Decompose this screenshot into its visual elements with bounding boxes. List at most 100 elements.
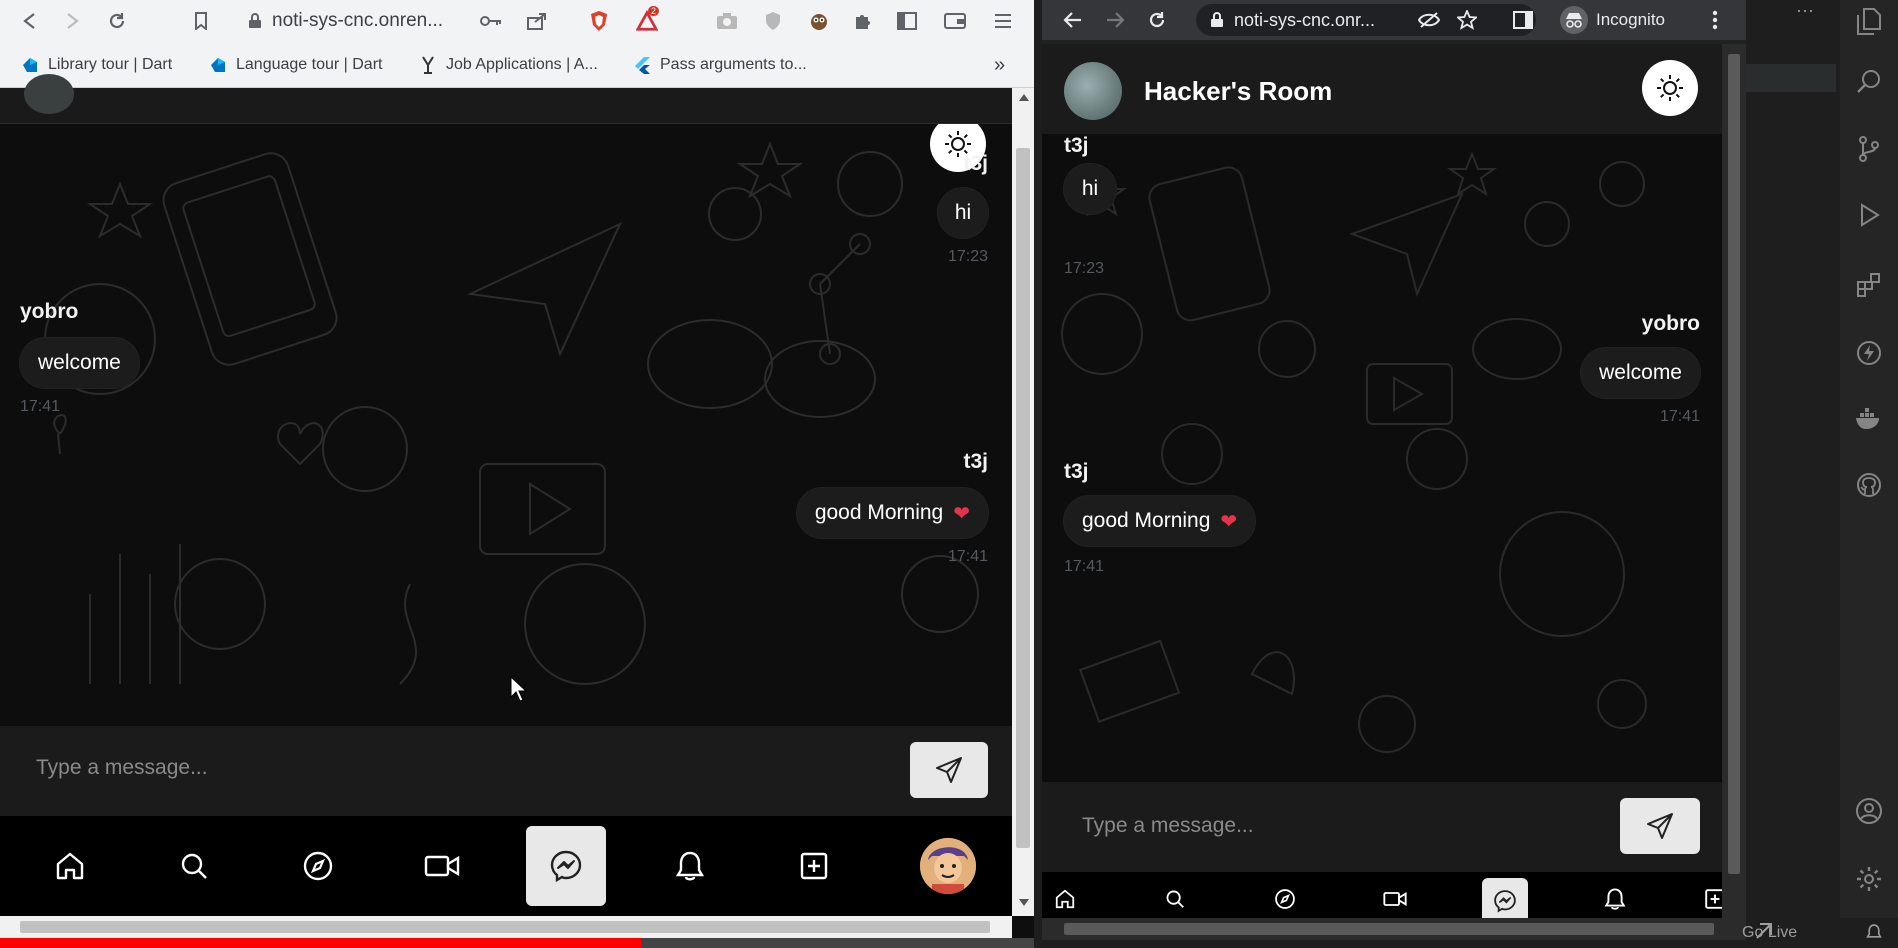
dart-icon [208, 55, 228, 75]
nav-messenger[interactable] [1482, 878, 1528, 918]
message-sender: t3j [963, 450, 988, 473]
send-button[interactable] [1620, 798, 1700, 854]
compass-icon [1275, 889, 1295, 909]
overflow-menu[interactable]: ··· [1796, 0, 1836, 20]
message-input[interactable]: Type a message... [1082, 814, 1254, 838]
right-address-bar[interactable]: noti-sys-cnc.onr... [1196, 4, 1536, 36]
nav-search[interactable] [1152, 876, 1198, 918]
dart-icon [20, 55, 40, 75]
wallet-icon[interactable] [944, 10, 966, 32]
bookmark-icon[interactable] [190, 10, 212, 32]
forward-icon[interactable] [1104, 9, 1126, 31]
docker-icon[interactable] [1854, 404, 1884, 434]
right-browser-window: noti-sys-cnc.onr... Incognito Hacker's R… [1042, 0, 1746, 940]
lock-icon [1210, 12, 1224, 28]
side-panel-icon[interactable] [1512, 9, 1534, 31]
left-browser-window: noti-sys-cnc.onren... 2 Library tour | D… [0, 0, 1034, 948]
eye-off-icon[interactable] [1418, 9, 1440, 31]
nav-notifications[interactable] [1592, 876, 1638, 918]
room-avatar[interactable] [1064, 62, 1122, 120]
message-time: 17:41 [20, 398, 61, 415]
reload-icon[interactable] [1146, 9, 1168, 31]
scrollbar-thumb[interactable] [1064, 923, 1714, 935]
scroll-down-arrow-icon[interactable] [1019, 899, 1029, 906]
video-progress-bar[interactable] [0, 938, 1034, 948]
scrollbar-thumb[interactable] [20, 921, 990, 933]
nav-video[interactable] [1372, 876, 1418, 918]
message-bubble[interactable]: welcome [1581, 348, 1700, 398]
right-horizontal-scrollbar[interactable] [1042, 918, 1746, 940]
left-address-bar[interactable]: noti-sys-cnc.onren... [248, 6, 548, 36]
bookmark-library-tour[interactable]: Library tour | Dart [20, 53, 172, 77]
right-url-text: noti-sys-cnc.onr... [1234, 9, 1376, 30]
bookmark-job-applications[interactable]: Job Applications | A... [418, 53, 598, 77]
message-bubble[interactable]: good Morning ❤ [1064, 496, 1256, 546]
lightning-icon[interactable] [1854, 338, 1884, 368]
nav-home[interactable] [30, 826, 110, 906]
message-bubble[interactable]: hi [1064, 164, 1116, 214]
go-live-label[interactable]: Go Live [1742, 924, 1797, 942]
message-bubble[interactable]: welcome [20, 338, 139, 388]
brave-shield-icon[interactable] [588, 10, 610, 32]
video-progress-fill [0, 938, 642, 948]
nav-notifications[interactable] [650, 826, 730, 906]
scrollbar-thumb[interactable] [1016, 148, 1030, 848]
run-debug-icon[interactable] [1854, 200, 1884, 230]
github-icon[interactable] [1854, 470, 1884, 500]
nav-explore[interactable] [1262, 876, 1308, 918]
back-icon[interactable] [18, 10, 40, 32]
nav-profile-avatar[interactable] [920, 838, 976, 894]
reload-icon[interactable] [106, 10, 128, 32]
send-button[interactable] [910, 742, 988, 798]
side-panel-icon[interactable] [896, 10, 918, 32]
nav-search[interactable] [154, 826, 234, 906]
key-icon[interactable] [480, 10, 502, 32]
nav-messenger[interactable] [526, 826, 606, 906]
extensions-puzzle-icon[interactable] [852, 10, 874, 32]
scroll-up-arrow-icon[interactable] [1019, 94, 1029, 101]
right-vertical-scrollbar[interactable] [1722, 44, 1746, 918]
menu-icon[interactable] [992, 10, 1014, 32]
left-vertical-scrollbar[interactable] [1012, 88, 1034, 916]
room-title: Hacker's Room [1144, 76, 1333, 106]
share-icon[interactable] [526, 10, 548, 32]
back-icon[interactable] [1062, 9, 1084, 31]
notifications-bell-icon[interactable] [1866, 923, 1882, 941]
camera-icon[interactable] [716, 10, 738, 32]
message-sender: t3j [1064, 134, 1089, 157]
nav-video[interactable] [402, 826, 482, 906]
bookmarks-more-button[interactable]: » [994, 53, 1005, 77]
search-icon[interactable] [1854, 66, 1884, 96]
explorer-icon[interactable] [1854, 6, 1884, 36]
settings-gear-icon[interactable] [1854, 864, 1884, 894]
account-icon[interactable] [1854, 796, 1884, 826]
incognito-indicator[interactable]: Incognito [1560, 4, 1665, 36]
nav-add[interactable] [1692, 876, 1722, 918]
theme-toggle-button[interactable] [1642, 60, 1698, 116]
message-input[interactable]: Type a message... [36, 756, 208, 780]
home-icon [56, 852, 84, 880]
shield-extension-icon[interactable] [762, 10, 784, 32]
bookmark-language-tour[interactable]: Language tour | Dart [208, 53, 382, 77]
star-icon[interactable] [1456, 9, 1478, 31]
nav-home[interactable] [1042, 876, 1088, 918]
right-chat-area[interactable]: t3j hi 17:23 yobro welcome 17:41 t3j goo… [1042, 134, 1722, 782]
bookmark-pass-arguments[interactable]: Pass arguments to... [632, 53, 807, 77]
left-chat-area[interactable]: t3j hi 17:23 yobro welcome 17:41 t3j goo… [0, 124, 1012, 726]
flutter-icon [632, 55, 652, 75]
extension-triangle-icon[interactable]: 2 [636, 6, 660, 32]
send-icon [936, 757, 962, 783]
nav-explore[interactable] [278, 826, 358, 906]
search-icon [1166, 890, 1184, 908]
nav-add[interactable] [774, 826, 854, 906]
extensions-icon[interactable] [1854, 270, 1884, 300]
scrollbar-thumb[interactable] [1728, 54, 1740, 874]
owl-extension-icon[interactable] [808, 10, 830, 32]
message-bubble[interactable]: good Morning ❤ [796, 488, 988, 538]
message-bubble[interactable]: hi [938, 188, 988, 238]
source-control-icon[interactable] [1854, 134, 1884, 164]
add-box-icon [1705, 889, 1722, 909]
left-horizontal-scrollbar[interactable] [0, 916, 1012, 938]
forward-icon[interactable] [62, 10, 84, 32]
menu-dots-icon[interactable] [1704, 9, 1726, 31]
